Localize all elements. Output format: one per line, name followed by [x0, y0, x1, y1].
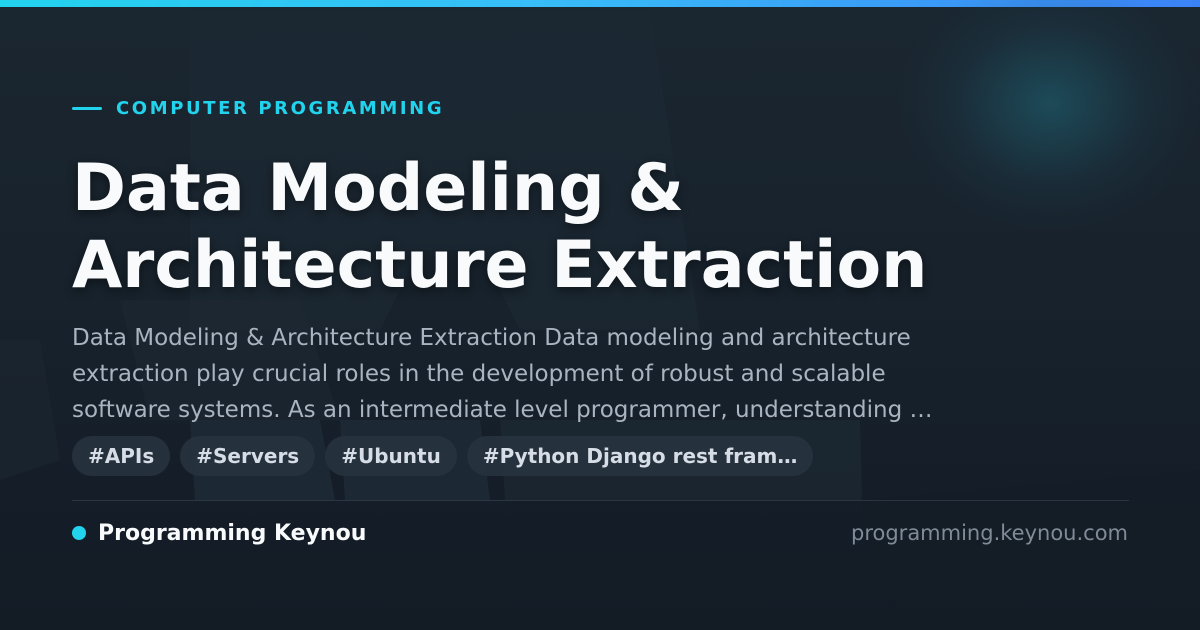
tag-list: #APIs #Servers #Ubuntu #Python Django re…: [72, 436, 823, 476]
description-line: extraction play crucial roles in the dev…: [72, 361, 886, 387]
footer-divider: [72, 500, 1129, 501]
tag-chip[interactable]: #APIs: [72, 436, 171, 476]
brand-dot-icon: [72, 526, 86, 540]
article-description: Data Modeling & Architecture Extraction …: [72, 320, 1132, 428]
description-line: software systems. As an intermediate lev…: [72, 397, 933, 423]
brand[interactable]: Programming Keynou: [72, 519, 366, 547]
tag-chip[interactable]: #Servers: [180, 436, 316, 476]
description-line: Data Modeling & Architecture Extraction …: [72, 325, 911, 351]
tag-chip[interactable]: #Ubuntu: [325, 436, 457, 476]
category-eyebrow: COMPUTER PROGRAMMING: [72, 94, 444, 122]
tag-chip[interactable]: #Python Django rest fram…: [466, 436, 814, 476]
accent-dash: [72, 106, 102, 110]
category-label: COMPUTER PROGRAMMING: [116, 97, 445, 119]
title-line: Data Modeling &: [72, 151, 685, 226]
brand-name: Programming Keynou: [98, 520, 367, 546]
article-title: Data Modeling & Architecture Extraction: [72, 150, 1152, 304]
site-url-link[interactable]: programming.keynou.com: [851, 519, 1128, 547]
title-line: Architecture Extraction: [72, 228, 928, 303]
og-card: COMPUTER PROGRAMMING Data Modeling & Arc…: [0, 0, 1200, 630]
